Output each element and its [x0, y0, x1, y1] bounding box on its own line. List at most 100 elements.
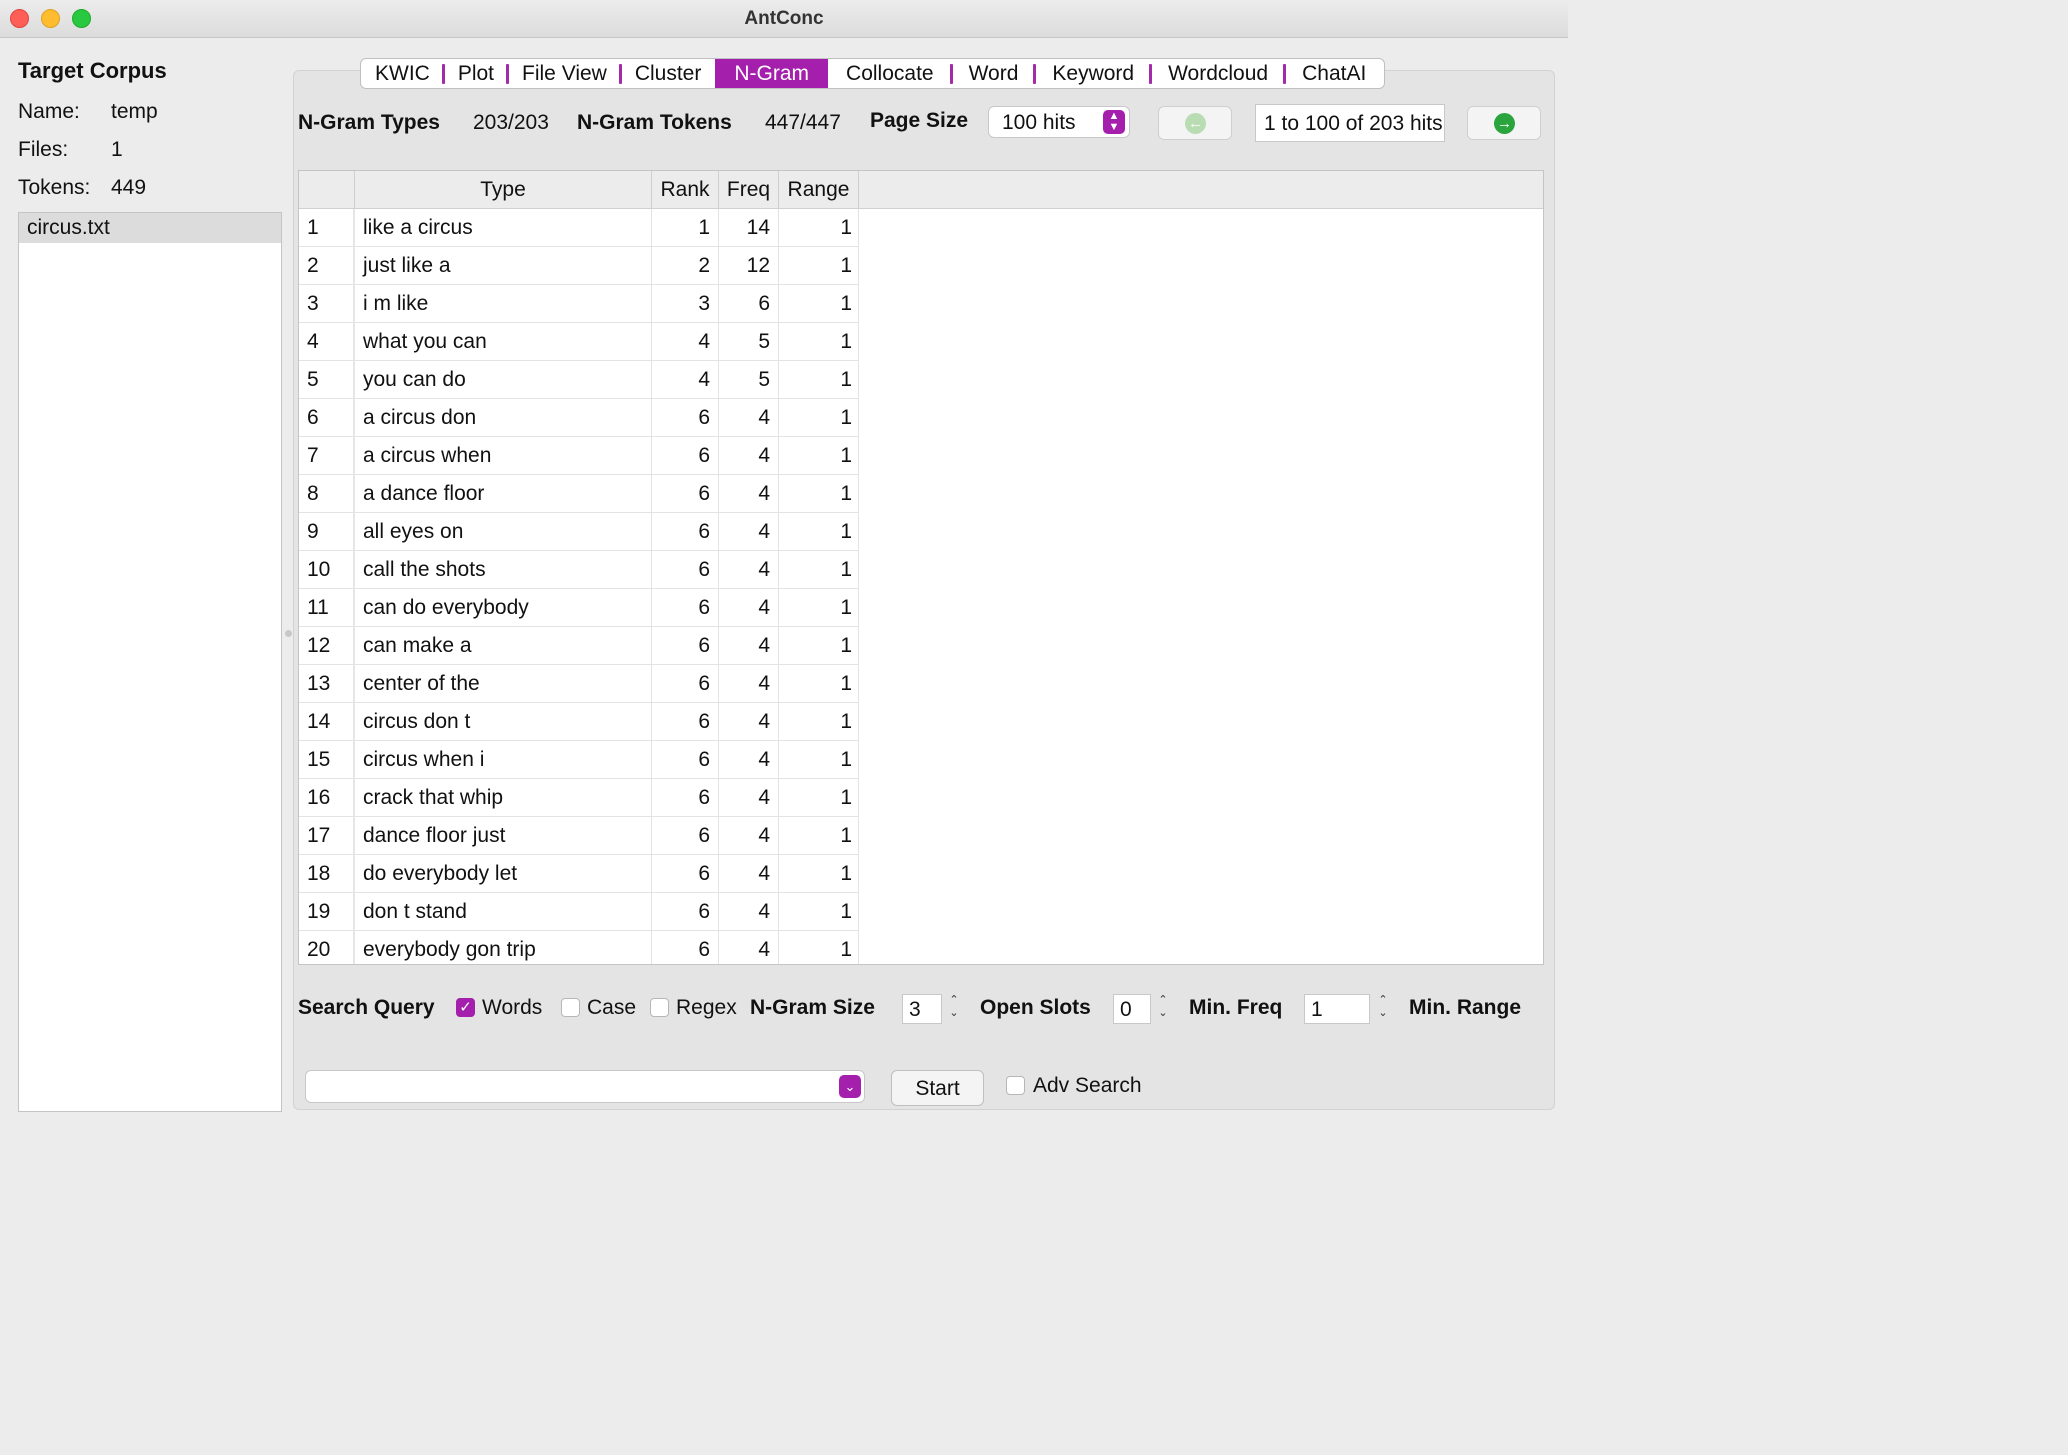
file-list-item[interactable]: circus.txt	[19, 213, 281, 243]
table-row[interactable]: 11 can do everybody 6 4 1	[299, 589, 859, 627]
row-number-cell: 9	[299, 513, 355, 551]
start-button[interactable]: Start	[891, 1070, 984, 1106]
type-cell: don t stand	[355, 893, 652, 931]
regex-checkbox[interactable]	[650, 998, 669, 1017]
table-row[interactable]: 18 do everybody let 6 4 1	[299, 855, 859, 893]
table-row[interactable]: 9 all eyes on 6 4 1	[299, 513, 859, 551]
table-row[interactable]: 3i m like 3 6 1	[299, 285, 859, 323]
column-header-rank[interactable]: Rank	[652, 171, 719, 209]
min-freq-input[interactable]: 1	[1304, 994, 1370, 1024]
freq-cell: 4	[719, 703, 779, 741]
tab-cluster[interactable]: Cluster	[621, 59, 716, 88]
corpus-tokens-label: Tokens:	[18, 176, 91, 199]
table-row[interactable]: 16 crack that whip 6 4 1	[299, 779, 859, 817]
ngram-size-input[interactable]: 3	[902, 994, 942, 1024]
freq-cell: 5	[719, 361, 779, 399]
table-row[interactable]: 14 circus don t641	[299, 703, 859, 741]
range-cell: 1	[779, 855, 859, 893]
table-row[interactable]: 6a circus don 6 4 1	[299, 399, 859, 437]
previous-page-button[interactable]: ←	[1158, 106, 1232, 140]
table-row[interactable]: 20 everybody gon trip 6 4 1	[299, 931, 859, 964]
table-row[interactable]: 8a dance floor 6 4 1	[299, 475, 859, 513]
table-row[interactable]: 13 center of the 6 4 1	[299, 665, 859, 703]
tab-plot[interactable]: Plot	[444, 59, 510, 88]
tab-word[interactable]: Word	[952, 59, 1037, 88]
column-header-range[interactable]: Range	[779, 171, 859, 209]
column-header-type[interactable]: Type	[355, 171, 652, 209]
tab-file-view[interactable]: File View	[508, 59, 622, 88]
row-number-cell: 15	[299, 741, 355, 779]
tab-keyword[interactable]: Keyword	[1035, 59, 1152, 88]
row-number-divider	[353, 209, 355, 964]
tab-kwic[interactable]: KWIC	[361, 59, 445, 88]
panel-splitter-handle[interactable]	[285, 630, 292, 637]
tab-wordcloud[interactable]: Wordcloud	[1151, 59, 1287, 88]
open-slots-input[interactable]: 0	[1113, 994, 1151, 1024]
row-number-cell: 17	[299, 817, 355, 855]
corpus-files-row: Files: 1	[18, 138, 123, 162]
words-checkbox[interactable]: ✓	[456, 998, 475, 1017]
table-row[interactable]: 10 call the shots 6 4 1	[299, 551, 859, 589]
freq-cell: 4	[719, 437, 779, 475]
corpus-name-row: Name: temp	[18, 100, 158, 124]
row-number-cell: 4	[299, 323, 355, 361]
table-row[interactable]: 17 dance floor just 6 4 1	[299, 817, 859, 855]
open-slots-stepper-icon[interactable]: ⌃ ⌄	[1155, 994, 1171, 1024]
table-row[interactable]: 2 just like a 2 12 1	[299, 247, 859, 285]
rank-cell: 6	[652, 703, 719, 741]
freq-cell: 4	[719, 475, 779, 513]
next-page-button[interactable]: →	[1467, 106, 1541, 140]
row-number-cell: 2	[299, 247, 355, 285]
table-row[interactable]: 7a circus when 6 4 1	[299, 437, 859, 475]
chevron-down-icon[interactable]: ⌄	[839, 1075, 861, 1098]
freq-cell: 4	[719, 855, 779, 893]
type-cell: everybody gon trip	[355, 931, 652, 964]
corpus-name-label: Name:	[18, 100, 80, 123]
row-number-cell: 1	[299, 209, 355, 247]
tab-n-gram[interactable]: N-Gram	[715, 59, 829, 88]
min-freq-stepper-icon[interactable]: ⌃ ⌄	[1375, 994, 1391, 1024]
tab-collocate[interactable]: Collocate	[828, 59, 953, 88]
row-number-cell: 5	[299, 361, 355, 399]
search-query-combobox[interactable]: ⌄	[305, 1070, 865, 1103]
adv-search-checkbox[interactable]	[1006, 1076, 1025, 1095]
range-cell: 1	[779, 399, 859, 437]
table-row[interactable]: 1 like a circus 1 14 1	[299, 209, 859, 247]
ngram-size-label: N-Gram Size	[750, 996, 875, 1019]
table-row[interactable]: 19 don t stand 6 4 1	[299, 893, 859, 931]
ngram-tokens-value: 447/447	[765, 111, 841, 134]
range-cell: 1	[779, 893, 859, 931]
case-checkbox[interactable]	[561, 998, 580, 1017]
row-number-cell: 8	[299, 475, 355, 513]
row-number-cell: 7	[299, 437, 355, 475]
rank-cell: 6	[652, 589, 719, 627]
rank-cell: 6	[652, 741, 719, 779]
freq-cell: 4	[719, 741, 779, 779]
ngram-size-stepper-icon[interactable]: ⌃ ⌄	[946, 994, 962, 1024]
corpus-file-list[interactable]: circus.txt	[18, 212, 282, 1112]
table-row[interactable]: 15 circus when i641	[299, 741, 859, 779]
ngram-types-value: 203/203	[473, 111, 549, 134]
page-size-select[interactable]: 100 hits ▲ ▼	[988, 106, 1130, 138]
rank-cell: 6	[652, 817, 719, 855]
freq-cell: 4	[719, 551, 779, 589]
row-number-cell: 13	[299, 665, 355, 703]
table-row[interactable]: 12 can make a641	[299, 627, 859, 665]
type-cell: can make a	[355, 627, 652, 665]
freq-cell: 5	[719, 323, 779, 361]
freq-cell: 6	[719, 285, 779, 323]
page-size-label: Page Size	[870, 109, 969, 132]
table-row[interactable]: 5 you can do 4 5 1	[299, 361, 859, 399]
results-table[interactable]: Type Rank Freq Range 1 like a circus 1 14 1 2…	[298, 170, 1544, 965]
table-row[interactable]: 4 what you can 4 5 1	[299, 323, 859, 361]
type-cell: circus don t	[355, 703, 652, 741]
corpus-tokens-row: Tokens: 449	[18, 176, 146, 200]
title-bar: AntConc	[0, 0, 1568, 38]
range-cell: 1	[779, 741, 859, 779]
page-size-value: 100 hits	[1002, 111, 1076, 134]
corpus-files-label: Files:	[18, 138, 69, 161]
table-header: Type Rank Freq Range	[299, 171, 1543, 209]
tab-chatai[interactable]: ChatAI	[1285, 59, 1384, 88]
column-header-freq[interactable]: Freq	[719, 171, 779, 209]
hits-range-field[interactable]: 1 to 100 of 203 hits	[1255, 104, 1445, 142]
